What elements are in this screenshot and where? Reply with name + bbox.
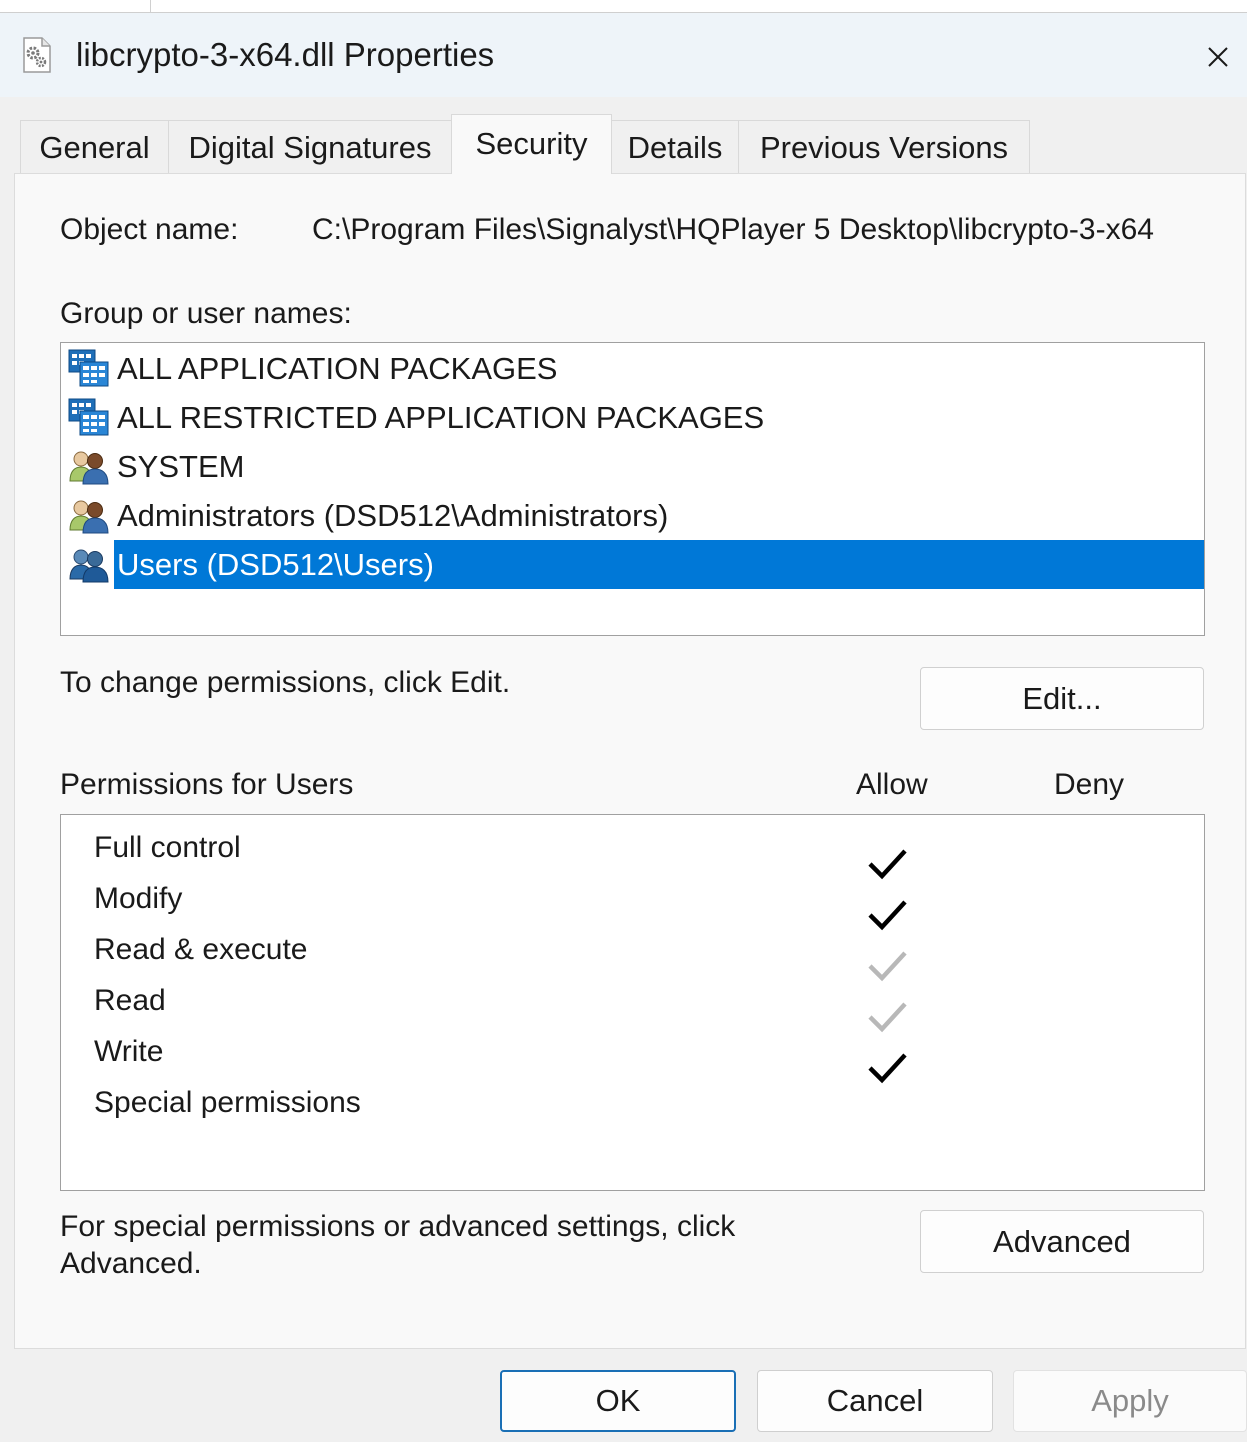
list-item-label: Administrators (DSD512\Administrators) bbox=[117, 498, 669, 533]
list-item[interactable]: SYSTEM bbox=[61, 442, 1204, 491]
edit-button[interactable]: Edit... bbox=[920, 667, 1204, 730]
divider bbox=[150, 0, 151, 12]
window-title: libcrypto-3-x64.dll Properties bbox=[76, 36, 495, 73]
dll-gear-file-icon bbox=[22, 37, 52, 73]
permission-name: Write bbox=[94, 1035, 164, 1068]
advanced-button[interactable]: Advanced bbox=[920, 1210, 1204, 1273]
permission-row: Write bbox=[61, 1032, 1204, 1084]
app-packages-icon bbox=[68, 398, 110, 436]
permission-row: Special permissions bbox=[61, 1083, 1204, 1134]
cancel-button[interactable]: Cancel bbox=[757, 1370, 993, 1432]
list-item-label: ALL APPLICATION PACKAGES bbox=[117, 351, 558, 386]
tab-general[interactable]: General bbox=[20, 120, 169, 173]
object-name-label: Object name: bbox=[60, 213, 239, 246]
permission-name: Full control bbox=[94, 831, 241, 864]
deny-header: Deny bbox=[1054, 768, 1125, 801]
security-panel: Object name: C:\Program Files\Signalyst\… bbox=[14, 173, 1246, 1349]
users-group-icon bbox=[68, 447, 110, 485]
group-names-label: Group or user names: bbox=[60, 297, 352, 330]
ok-button[interactable]: OK bbox=[500, 1370, 736, 1432]
list-item-label: Users (DSD512\Users) bbox=[114, 540, 1204, 589]
list-item[interactable]: ALL RESTRICTED APPLICATION PACKAGES bbox=[61, 393, 1204, 442]
permissions-label: Permissions for Users bbox=[60, 768, 354, 801]
permission-row: Read & execute bbox=[61, 930, 1204, 982]
close-button[interactable] bbox=[1196, 35, 1240, 79]
close-icon bbox=[1208, 47, 1228, 67]
permission-row: Read bbox=[61, 981, 1204, 1033]
list-item-selected[interactable]: Users (DSD512\Users) bbox=[61, 540, 1204, 589]
title-bar[interactable]: libcrypto-3-x64.dll Properties bbox=[0, 13, 1247, 97]
group-user-list[interactable]: ALL APPLICATION PACKAGES ALL RESTRICTED … bbox=[60, 342, 1205, 636]
permission-name: Modify bbox=[94, 882, 183, 915]
properties-dialog: libcrypto-3-x64.dll Properties General D… bbox=[0, 12, 1247, 1442]
desktop-strip bbox=[0, 0, 1247, 12]
list-item[interactable]: ALL APPLICATION PACKAGES bbox=[61, 344, 1204, 393]
permission-row: Modify bbox=[61, 879, 1204, 931]
list-item-label: ALL RESTRICTED APPLICATION PACKAGES bbox=[117, 400, 765, 435]
advanced-hint-line1: For special permissions or advanced sett… bbox=[60, 1210, 736, 1243]
tab-digital-signatures[interactable]: Digital Signatures bbox=[168, 120, 452, 173]
permission-name: Special permissions bbox=[94, 1086, 361, 1119]
permissions-list[interactable]: Full control Modify Read & execute Read bbox=[60, 814, 1205, 1191]
allow-header: Allow bbox=[856, 768, 928, 801]
tab-previous-versions[interactable]: Previous Versions bbox=[738, 120, 1030, 173]
list-item[interactable]: Administrators (DSD512\Administrators) bbox=[61, 491, 1204, 540]
advanced-hint-line2: Advanced. bbox=[60, 1247, 202, 1280]
change-permissions-hint: To change permissions, click Edit. bbox=[60, 666, 511, 699]
permission-name: Read bbox=[94, 984, 166, 1017]
tab-security[interactable]: Security bbox=[451, 114, 612, 174]
users-group-blue-icon bbox=[68, 545, 110, 583]
permission-row: Full control bbox=[61, 828, 1204, 880]
tab-details[interactable]: Details bbox=[611, 120, 739, 173]
object-name-value: C:\Program Files\Signalyst\HQPlayer 5 De… bbox=[312, 213, 1154, 246]
app-packages-icon bbox=[68, 349, 110, 387]
permission-name: Read & execute bbox=[94, 933, 308, 966]
list-item-label: SYSTEM bbox=[117, 449, 245, 484]
users-group-icon bbox=[68, 496, 110, 534]
apply-button[interactable]: Apply bbox=[1013, 1370, 1247, 1432]
